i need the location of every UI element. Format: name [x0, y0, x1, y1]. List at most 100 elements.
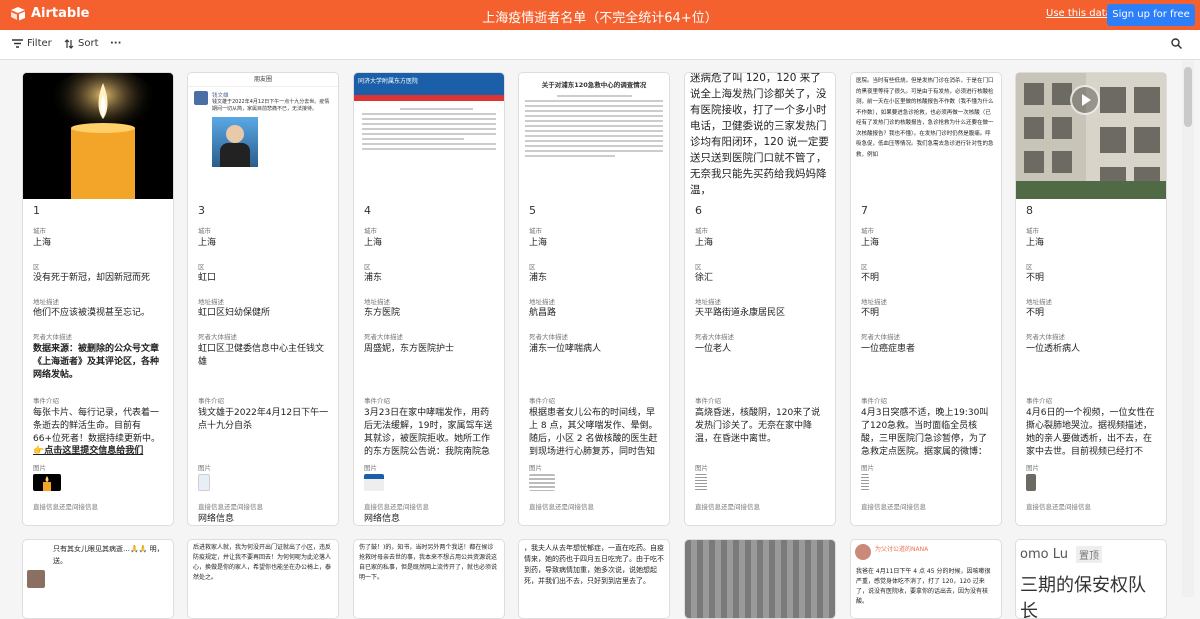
image-attachment[interactable]: [33, 474, 61, 491]
field-label-address: 地址描述: [695, 298, 721, 306]
screenshot-text: 只有其女儿眼见其病逝…🙏🙏 明，送。: [53, 545, 164, 565]
more-options-button[interactable]: ···: [110, 38, 121, 49]
weibo-post-image: 医院。当时有些低烧，但是发热门诊在消杀，于是在门口的黑夜里等待了很久。可是由于有…: [851, 73, 1001, 199]
district-value: 浦东: [529, 273, 548, 283]
record-card[interactable]: ，我夫人从去年想忧郁症，一直在吃药。自疫情来，她的药也于四月五日吃完了。由于吃不…: [518, 539, 670, 619]
field-label-city: 城市: [364, 227, 377, 235]
record-card[interactable]: 后进救家人就，我为何没开出门证就出了小区，违反防疫规定，并让我不要再回去！为何何…: [187, 539, 339, 619]
gallery-grid: 1 城市 上海 区 没有死于新冠，却因新冠而死 地址描述 他们不应该被漠视甚至忘…: [0, 61, 1180, 619]
image-attachment[interactable]: [695, 474, 707, 491]
poster-name: 为父讨公道的NANA: [875, 546, 929, 553]
field-label-event: 事件介绍: [33, 397, 59, 405]
field-label-district: 区: [861, 263, 868, 271]
field-label-source: 直接信息还是间接信息: [695, 503, 760, 511]
city-value: 上海: [861, 238, 880, 248]
district-value: 浦东: [364, 273, 383, 283]
field-label-event: 事件介绍: [198, 397, 224, 405]
field-label-identity: 死者大体描述: [1026, 333, 1065, 341]
record-card[interactable]: 1 城市 上海 区 没有死于新冠，却因新冠而死 地址描述 他们不应该被漠视甚至忘…: [22, 72, 174, 526]
record-card[interactable]: omo Lu 置顶 三期的保安权队长: [1015, 539, 1167, 619]
post-text: 钱文雄于2022年4月12日下午一点十九分去世。疫情期间一切从简，家属目前悲痛不…: [212, 99, 330, 112]
field-label-image: 图片: [861, 464, 874, 472]
city-value: 上海: [1026, 238, 1045, 248]
record-number: 8: [1026, 204, 1033, 217]
source-value: 网络信息: [198, 514, 235, 524]
signup-button[interactable]: Sign up for free: [1107, 4, 1195, 26]
search-button[interactable]: [1171, 38, 1183, 52]
view-toolbar: Filter Sort ···: [0, 30, 1200, 60]
image-attachment[interactable]: [198, 474, 210, 491]
sort-icon: [64, 38, 74, 49]
identity-value: 一位癌症患者: [861, 344, 916, 354]
record-card[interactable]: 迷病危了叫 120，120 来了说全上海发热门诊都关了，没有医院接收，打了一个多…: [684, 72, 836, 526]
field-label-image: 图片: [364, 464, 377, 472]
image-attachment[interactable]: [861, 474, 869, 491]
post-screenshot-image: 迷病危了叫 120，120 来了说全上海发热门诊都关了，没有医院接收，打了一个多…: [685, 73, 835, 199]
avatar: [194, 91, 208, 105]
sort-button[interactable]: Sort: [64, 38, 99, 49]
field-label-identity: 死者大体描述: [529, 333, 568, 341]
record-card[interactable]: 同济大学附属东方医院 4 城市 上海 区 浦东 地址描述 东方医院 死者大体描述…: [353, 72, 505, 526]
record-card[interactable]: 医院。当时有些低烧，但是发热门诊在消杀，于是在门口的黑夜里等待了很久。可是由于有…: [850, 72, 1002, 526]
record-card[interactable]: 为父讨公道的NANA 我爸在 4月11日下午 4 点 45 分的时候，因咳嗽很严…: [850, 539, 1002, 619]
moments-title: 朋友圈: [188, 73, 338, 87]
identity-value: 周盛妮，东方医院护士: [364, 344, 455, 354]
record-card[interactable]: 伤了鼓！)的，知书，当时另外两个我送！都在候诊抢救时母亲去世的事，我本来不想占用…: [353, 539, 505, 619]
record-number: 5: [529, 204, 536, 217]
field-label-image: 图片: [198, 464, 211, 472]
field-label-address: 地址描述: [364, 298, 390, 306]
field-label-event: 事件介绍: [1026, 397, 1052, 405]
field-label-city: 城市: [861, 227, 874, 235]
field-label-event: 事件介绍: [364, 397, 390, 405]
field-label-image: 图片: [695, 464, 708, 472]
pinned-badge: 置顶: [1075, 546, 1102, 563]
field-label-source: 直接信息还是间接信息: [861, 503, 926, 511]
filter-icon: [12, 39, 23, 48]
poster-name: omo Lu: [1020, 547, 1068, 562]
field-label-identity: 死者大体描述: [33, 333, 72, 341]
event-value: 钱文雄于2022年4月12日下午一点十九分自杀: [198, 408, 329, 431]
image-attachment[interactable]: [364, 474, 384, 491]
hospital-header: 同济大学附属东方医院: [354, 73, 504, 95]
field-label-event: 事件介绍: [529, 397, 555, 405]
image-attachment[interactable]: [1026, 474, 1036, 491]
field-label-image: 图片: [33, 464, 46, 472]
record-card[interactable]: 8 城市 上海 区 不明 地址描述 不明 死者大体描述 一位透析病人 事件介绍 …: [1015, 72, 1167, 526]
city-value: 上海: [33, 238, 52, 248]
field-label-city: 城市: [695, 227, 708, 235]
image-attachment[interactable]: [529, 474, 555, 491]
avatar: [855, 544, 871, 560]
record-number: 3: [198, 204, 205, 217]
screenshot-text: 三期的保安权队长: [1020, 575, 1146, 619]
event-value: 高烧昏迷，核酸阴，120来了说发热门诊关了。无奈在家中降温，在昏迷中离世。: [695, 408, 821, 444]
filter-label: Filter: [27, 38, 52, 49]
sort-label: Sort: [78, 38, 99, 49]
poster-name: 钱文雄: [212, 93, 229, 99]
event-value: 4月3日突感不适，晚上19:30叫了120急救。当时面临全员核酸，三甲医院门急诊…: [861, 408, 989, 457]
record-number: 4: [364, 204, 371, 217]
field-label-event: 事件介绍: [861, 397, 887, 405]
vertical-scrollbar[interactable]: [1182, 61, 1194, 597]
use-this-data-link[interactable]: Use this data: [1046, 8, 1112, 19]
address-value: 虹口区妇幼保健所: [198, 308, 271, 318]
field-label-source: 直接信息还是间接信息: [198, 503, 263, 511]
candle-image: [23, 73, 173, 199]
field-label-image: 图片: [529, 464, 542, 472]
record-card[interactable]: [684, 539, 836, 619]
field-label-identity: 死者大体描述: [861, 333, 900, 341]
filter-button[interactable]: Filter: [12, 38, 52, 49]
scrollbar-thumb[interactable]: [1184, 67, 1192, 127]
avatar: [27, 570, 45, 588]
record-card[interactable]: 只有其女儿眼见其病逝…🙏🙏 明，送。: [22, 539, 174, 619]
submit-info-link[interactable]: 👉点击这里提交信息给我们: [33, 445, 167, 458]
field-label-address: 地址描述: [33, 298, 59, 306]
identity-value: 浦东一位哮喘病人: [529, 344, 602, 354]
hospital-notice-image: 同济大学附属东方医院: [354, 73, 504, 199]
record-number: 6: [695, 204, 702, 217]
field-label-source: 直接信息还是间接信息: [1026, 503, 1091, 511]
play-icon[interactable]: [1070, 85, 1100, 115]
record-card[interactable]: 朋友圈 钱文雄 钱文雄于2022年4月12日下午一点十九分去世。疫情期间一切从简…: [187, 72, 339, 526]
record-card[interactable]: 关于对浦东120急救中心的调查情况 5 城市 上海 区 浦东 地址描述 航昌路 …: [518, 72, 670, 526]
field-label-city: 城市: [198, 227, 211, 235]
address-value: 他们不应该被漠视甚至忘记。: [33, 308, 151, 318]
